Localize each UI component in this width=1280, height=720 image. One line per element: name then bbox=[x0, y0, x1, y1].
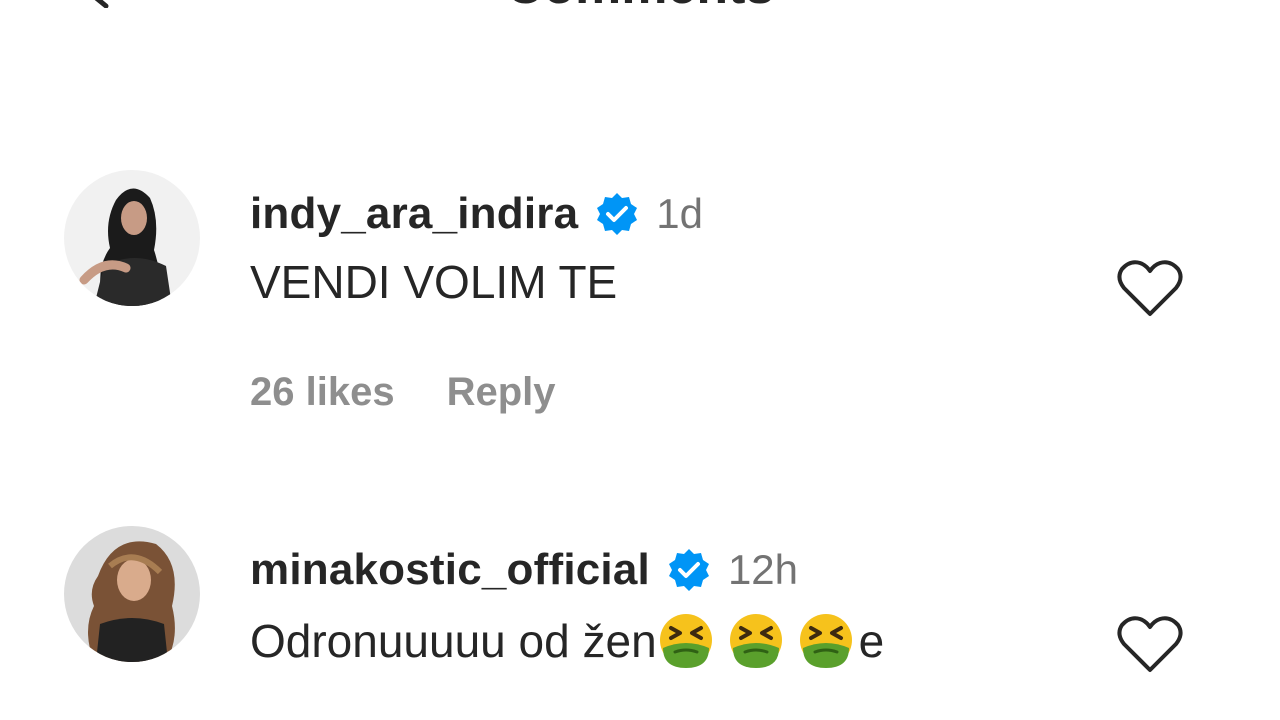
comment-item: indy_ara_indira 1d VENDI VOLIM TE 26 lik… bbox=[0, 166, 1280, 414]
comment-item: minakostic_official 12h Odronuuuuu od že… bbox=[0, 522, 1280, 720]
nauseated-face-emoji-icon bbox=[799, 614, 852, 668]
page-title: Comments bbox=[0, 0, 1280, 12]
avatar[interactable] bbox=[64, 526, 200, 662]
comment-time: 1d bbox=[656, 190, 703, 237]
comment-text: Odronuuuuu od žen e bbox=[250, 608, 884, 674]
heart-outline-icon[interactable] bbox=[1116, 258, 1184, 318]
header: Comments bbox=[0, 0, 1280, 12]
nauseated-face-emoji-icon bbox=[729, 614, 782, 668]
verified-badge-icon bbox=[668, 549, 709, 591]
comment-text-prefix: Odronuuuuu od žen bbox=[250, 615, 657, 667]
comment-meta: minakostic_official 12h bbox=[250, 540, 798, 600]
likes-count[interactable]: 26 likes bbox=[250, 370, 395, 415]
heart-outline-icon[interactable] bbox=[1116, 614, 1184, 674]
comment-text-suffix: e bbox=[858, 615, 885, 667]
nauseated-face-emoji-icon bbox=[659, 614, 712, 668]
comment-actions: 26 likes Reply bbox=[250, 370, 556, 415]
reply-button[interactable]: Reply bbox=[447, 370, 556, 415]
verified-badge-icon bbox=[597, 193, 638, 235]
comment-meta: indy_ara_indira 1d bbox=[250, 184, 703, 244]
comment-time: 12h bbox=[727, 546, 799, 593]
comments-screen: Comments indy_ara_indira 1d VENDI VOLIM … bbox=[0, 0, 1280, 720]
avatar[interactable] bbox=[64, 170, 200, 306]
comment-text: VENDI VOLIM TE bbox=[250, 256, 618, 308]
username[interactable]: minakostic_official bbox=[250, 545, 650, 595]
username[interactable]: indy_ara_indira bbox=[250, 189, 578, 239]
